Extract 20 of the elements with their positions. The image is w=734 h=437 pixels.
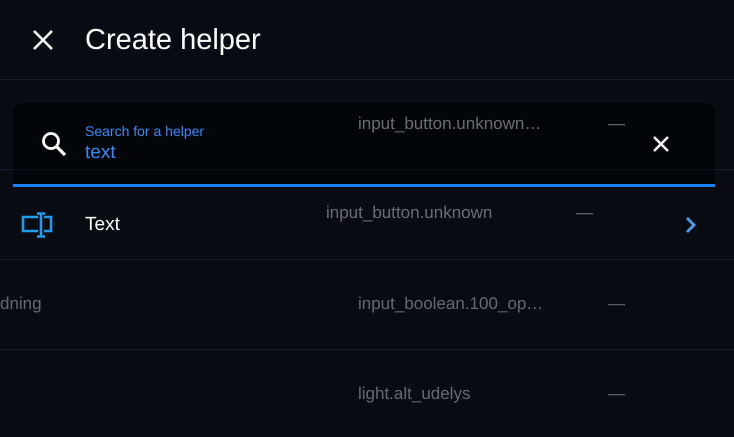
table-cell: dning [0, 294, 42, 312]
table-cell: input_button.unknown [326, 203, 492, 222]
close-icon [32, 29, 54, 51]
table-cell: — [576, 203, 593, 222]
clear-button[interactable] [652, 134, 670, 152]
clear-icon [652, 134, 670, 152]
helper-list-item[interactable]: Text input_button.unknown — [0, 189, 734, 261]
table-cell: — [608, 294, 625, 312]
dialog-title: Create helper [85, 24, 261, 56]
table-cell: input_button.unknown… [358, 114, 542, 133]
field-label: Search for a helper [85, 123, 206, 139]
search-input[interactable]: text [85, 142, 125, 164]
chevron-right-icon [685, 216, 697, 234]
table-cell: light.alt_udelys [358, 384, 470, 402]
search-icon [40, 130, 68, 158]
close-button[interactable] [32, 29, 54, 51]
table-cell: — [608, 114, 625, 133]
table-cell: input_boolean.100_op… [358, 294, 544, 312]
table-cell: — [608, 384, 625, 402]
text-field-icon [21, 212, 53, 238]
